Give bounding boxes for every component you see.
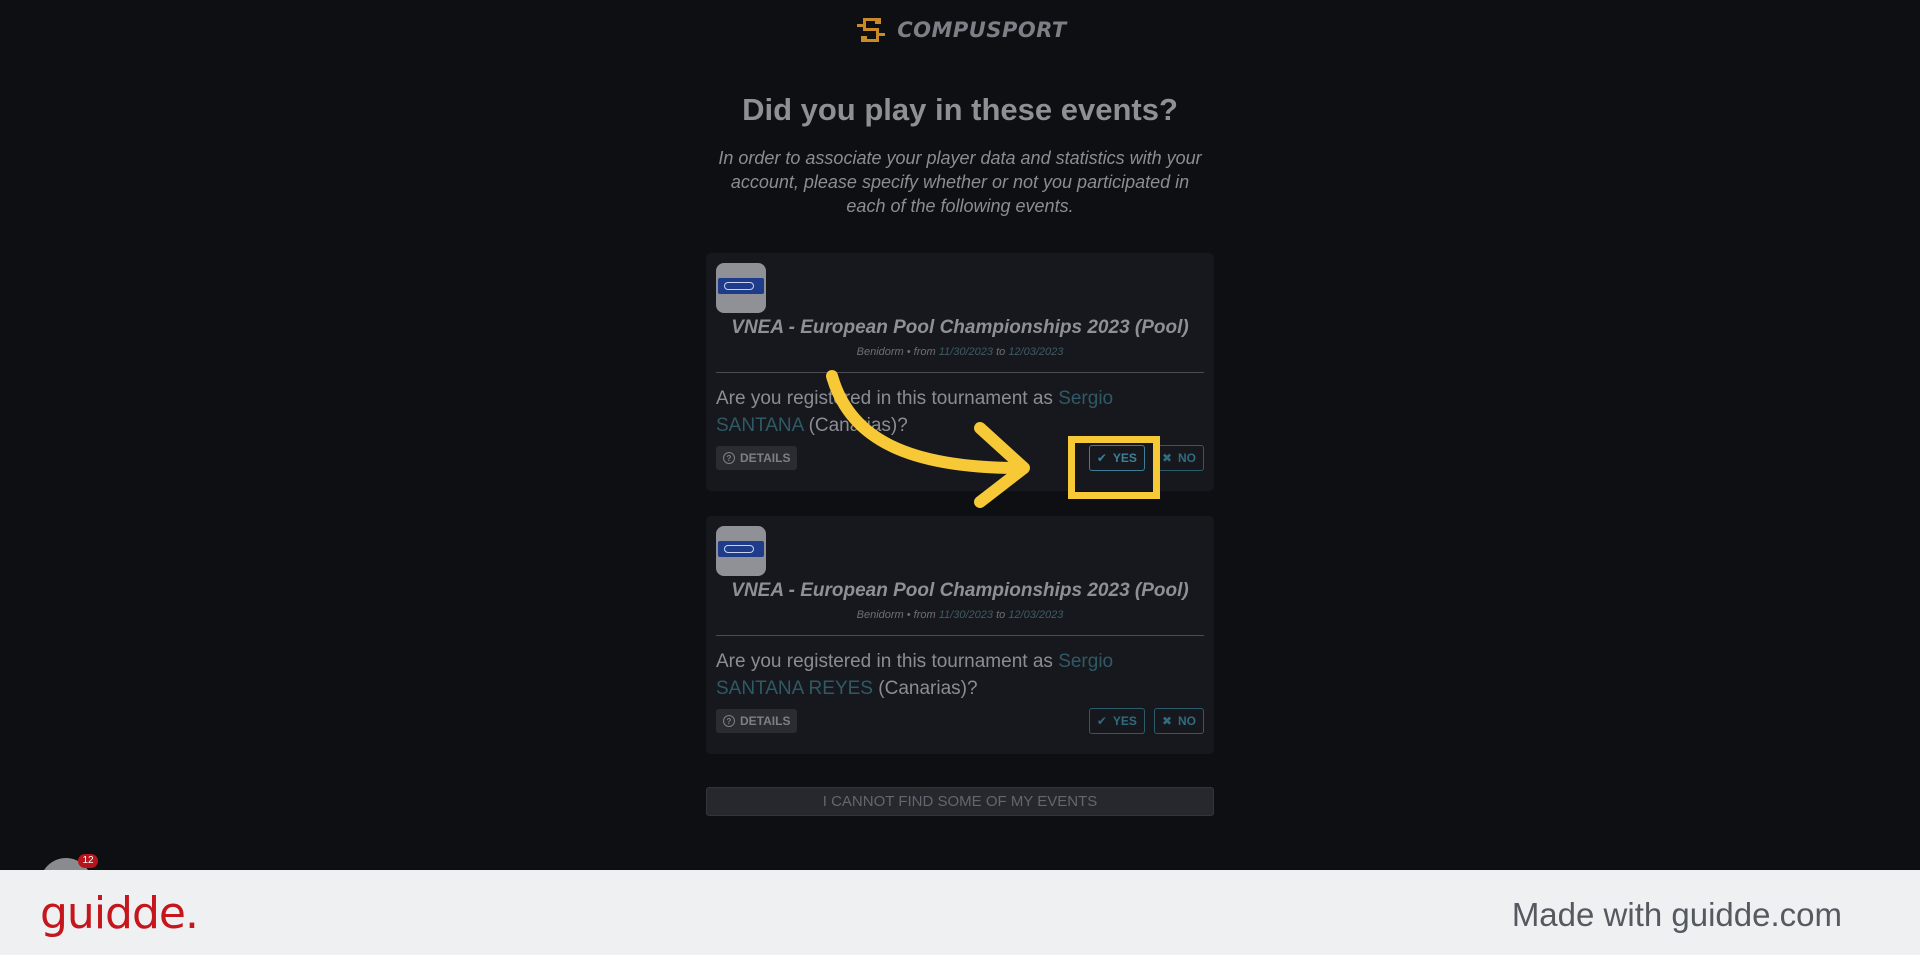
event-start-date: 11/30/2023 [938,346,993,358]
event-name: VNEA - European Pool Championships 2023 … [731,580,1189,601]
notification-count: 12 [78,854,98,868]
compusport-logo-icon [857,18,886,42]
yes-label: YES [1112,714,1137,728]
event-location: Benidorm [856,346,904,358]
event-meta: Benidorm • from 11/30/2023 to 12/03/2023 [716,609,1204,621]
question-circle-icon: ? [723,715,735,727]
question-circle-icon: ? [723,452,735,464]
x-icon: ✖ [1161,714,1172,728]
page-title: Did you play in these events? [742,92,1178,127]
guidde-logo[interactable]: guidde. [40,888,199,939]
yes-button[interactable]: ✔ YES [1088,708,1145,734]
event-to-label: to [996,609,1006,621]
event-card: VNEA - European Pool Championships 2023 … [706,516,1214,754]
details-label: DETAILS [740,451,791,465]
divider [716,635,1204,636]
event-end-date: 12/03/2023 [1008,346,1064,358]
event-start-date: 11/30/2023 [938,609,993,621]
main-content: Did you play in these events? In order t… [706,92,1214,218]
made-with-text: Made with guidde.com [1511,896,1842,933]
details-label: DETAILS [740,714,791,728]
no-label: NO [1178,451,1196,465]
annotation-arrow-icon [826,370,1030,508]
compusport-logo[interactable]: COMPUSPORT [0,14,1920,46]
highlight-box [1068,436,1160,499]
question-prefix: Are you registered in this tournament as [716,651,1053,672]
event-from-label: • from [906,609,936,621]
event-location: Benidorm [856,609,904,621]
no-button[interactable]: ✖ NO [1153,445,1204,471]
chat-widget[interactable]: 12 [40,854,98,910]
details-button[interactable]: ? DETAILS [716,709,798,733]
event-name: VNEA - European Pool Championships 2023 … [731,317,1189,338]
event-meta: Benidorm • from 11/30/2023 to 12/03/2023 [716,346,1204,358]
question-suffix: (Canarias)? [878,678,978,699]
card-actions: ? DETAILS ✔ YES ✖ NO [716,708,1204,734]
event-end-date: 12/03/2023 [1008,609,1064,621]
yes-no-group: ✔ YES ✖ NO [1088,708,1204,734]
registration-question: Are you registered in this tournament as… [716,648,1204,702]
footer-bar: guidde. Made with guidde.com [0,870,1920,955]
logo-text: COMPUSPORT [897,18,1067,42]
x-icon: ✖ [1161,451,1172,465]
details-button[interactable]: ? DETAILS [716,446,798,470]
check-icon: ✔ [1096,714,1107,728]
cannot-find-events-button[interactable]: I CANNOT FIND SOME OF MY EVENTS [706,787,1214,816]
event-to-label: to [996,346,1006,358]
event-logo [716,526,766,576]
no-button[interactable]: ✖ NO [1153,708,1204,734]
no-label: NO [1178,714,1196,728]
event-logo [716,263,766,313]
intro-text: In order to associate your player data a… [718,148,1202,216]
event-from-label: • from [906,346,936,358]
